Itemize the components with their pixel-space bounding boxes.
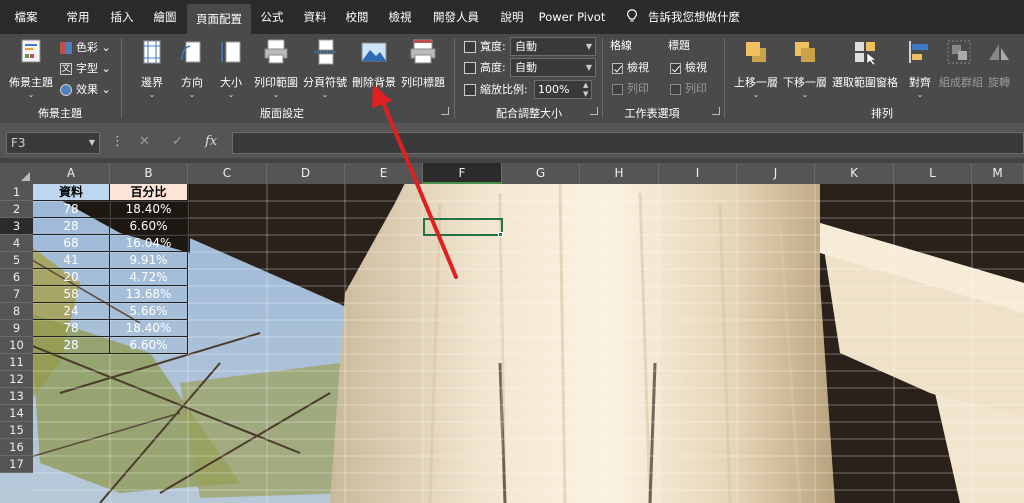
annotation-arrow — [372, 84, 458, 279]
